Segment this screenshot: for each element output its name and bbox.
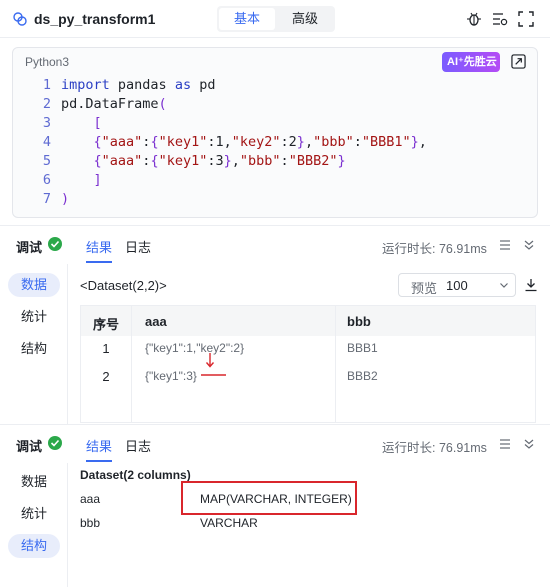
success-check-icon: [48, 436, 62, 450]
side-item-structure[interactable]: 结构: [8, 534, 60, 558]
runtime-label: 运行时长: 76.91ms: [382, 441, 487, 455]
side-item-structure[interactable]: 结构: [8, 337, 60, 361]
bug-icon[interactable]: [466, 11, 482, 27]
active-tab-indicator: [86, 460, 112, 462]
code-text: import pandas as pd: [61, 77, 216, 93]
schema-column-name: aaa: [80, 492, 101, 506]
fullscreen-icon[interactable]: [518, 11, 534, 27]
debug-panel-header: 调试 结果 日志 运行时长: 76.91ms: [0, 225, 550, 263]
table-header: 序号 aaa bbb: [81, 306, 535, 336]
expand-icon[interactable]: [511, 54, 526, 69]
schema-row: bbb VARCHAR: [80, 513, 520, 533]
mode-switch: 基本 高级: [217, 6, 335, 32]
language-label: Python3: [25, 55, 70, 69]
code-line[interactable]: 3 [: [13, 114, 537, 133]
column-header-index: 序号: [93, 317, 120, 332]
annotation-arrow-icon: [201, 353, 226, 376]
schema-title: Dataset(2 columns): [80, 468, 191, 482]
chevron-down-icon: [500, 283, 508, 288]
column-header-aaa: aaa: [145, 314, 167, 329]
tab-advanced[interactable]: 高级: [277, 8, 333, 30]
side-item-stats[interactable]: 统计: [8, 502, 60, 526]
chevron-down-icon[interactable]: [522, 238, 536, 252]
code-line[interactable]: 6 ]: [13, 171, 537, 190]
cell-bbb: BBB2: [347, 369, 378, 383]
dataset-label: <Dataset(2,2)>: [80, 278, 167, 293]
debug-panel-header: 调试 结果 日志 运行时长: 76.91ms: [0, 424, 550, 462]
code-line[interactable]: 7): [13, 190, 537, 209]
cell-index: 2: [102, 369, 110, 384]
result-table: 序号 aaa bbb 1 {"key1":1,"key2":2} BBB1 2 …: [80, 305, 536, 423]
settings-list-icon[interactable]: [492, 11, 508, 27]
download-icon[interactable]: [524, 278, 538, 292]
column-header-bbb: bbb: [347, 314, 371, 329]
panel-divider: [67, 463, 68, 587]
cell-index: 1: [102, 341, 110, 356]
code-line[interactable]: 2 pd.DataFrame(: [13, 95, 537, 114]
cell-aaa: {"key1":1,"key2":2}: [145, 341, 245, 355]
line-number: 5: [42, 153, 51, 169]
code-text: ]: [93, 172, 102, 188]
chevron-down-icon[interactable]: [522, 437, 536, 451]
code-line[interactable]: 4 {"aaa":{"key1":1,"key2":2},"bbb":"BBB1…: [13, 133, 537, 152]
line-number: 3: [42, 115, 51, 131]
table-row[interactable]: 2 {"key1":3} BBB2: [81, 362, 535, 390]
schema-column-type: VARCHAR: [200, 516, 258, 530]
runtime-label: 运行时长: 76.91ms: [382, 242, 487, 256]
collapse-lines-icon[interactable]: [498, 238, 512, 252]
tab-log[interactable]: 日志: [125, 237, 151, 256]
debug-title: 调试: [16, 240, 43, 255]
tab-result[interactable]: 结果: [86, 237, 112, 256]
success-check-icon: [48, 237, 62, 251]
line-number: 1: [42, 77, 51, 93]
code-text: {"aaa":{"key1":1,"key2":2},"bbb":"BBB1"}…: [93, 134, 427, 150]
annotation-highlight-box: [181, 481, 357, 515]
code-line[interactable]: 1 import pandas as pd: [13, 76, 537, 95]
python-node-icon: [13, 12, 27, 26]
tab-basic[interactable]: 基本: [219, 8, 275, 30]
code-line[interactable]: 5 {"aaa":{"key1":3},"bbb":"BBB2"}: [13, 152, 537, 171]
line-number: 7: [42, 191, 51, 207]
line-number: 4: [42, 134, 51, 150]
page-title: ds_py_transform1: [34, 11, 156, 27]
top-header: ds_py_transform1 基本 高级: [0, 0, 550, 38]
ai-assistant-button[interactable]: AI⁺先胜云: [442, 52, 500, 72]
debug-title: 调试: [16, 439, 43, 454]
code-text: pd.DataFrame(: [61, 96, 167, 112]
tab-result[interactable]: 结果: [86, 436, 112, 455]
side-item-stats[interactable]: 统计: [8, 305, 60, 329]
side-item-data[interactable]: 数据: [8, 470, 60, 494]
code-text: [: [93, 115, 102, 131]
code-text: {"aaa":{"key1":3},"bbb":"BBB2"}: [93, 153, 346, 169]
preview-value: 100: [446, 278, 468, 293]
preview-label: 预览: [411, 281, 438, 296]
code-editor[interactable]: Python3 AI⁺先胜云 1 import pandas as pd 2 pd.D…: [12, 47, 538, 218]
cell-bbb: BBB1: [347, 341, 378, 355]
schema-column-name: bbb: [80, 516, 101, 530]
code-text: ): [61, 191, 70, 207]
preview-select[interactable]: 预览 100: [398, 273, 516, 297]
active-tab-indicator: [86, 261, 112, 263]
collapse-lines-icon[interactable]: [498, 437, 512, 451]
code-content[interactable]: 1 import pandas as pd 2 pd.DataFrame( 3 [4 {…: [13, 76, 537, 209]
panel-divider: [67, 264, 68, 424]
line-number: 2: [42, 96, 51, 112]
line-number: 6: [42, 172, 51, 188]
tab-log[interactable]: 日志: [125, 436, 151, 455]
cell-aaa: {"key1":3}: [145, 369, 197, 383]
table-row[interactable]: 1 {"key1":1,"key2":2} BBB1: [81, 334, 535, 362]
side-item-data[interactable]: 数据: [8, 273, 60, 297]
